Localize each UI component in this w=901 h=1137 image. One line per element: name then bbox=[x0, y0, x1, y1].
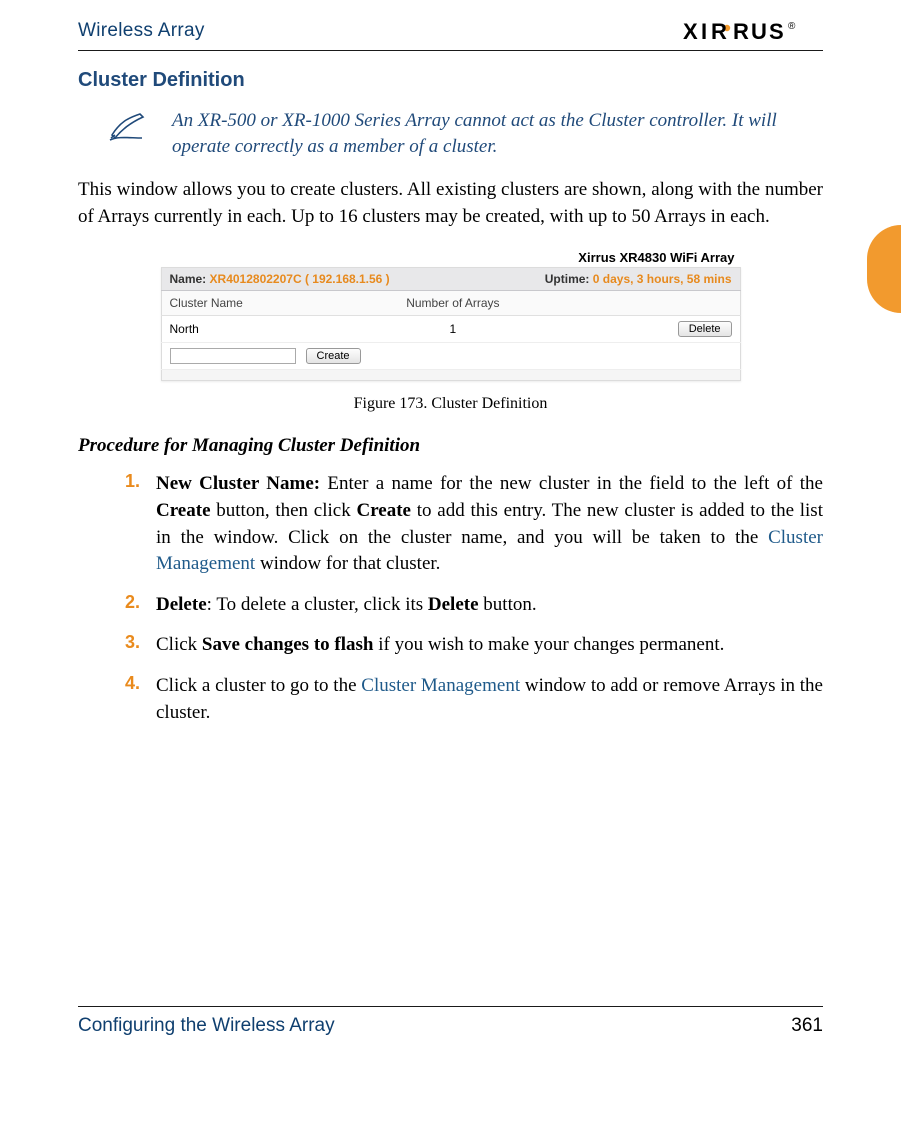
svg-text:®: ® bbox=[788, 21, 796, 32]
step-number: 3. bbox=[120, 632, 140, 659]
step-1: 1. New Cluster Name: Enter a name for th… bbox=[120, 471, 823, 577]
cluster-management-link[interactable]: Cluster Management bbox=[361, 675, 520, 696]
figure-col-cluster-name: Cluster Name bbox=[161, 291, 392, 316]
step-2: 2. Delete: To delete a cluster, click it… bbox=[120, 592, 823, 619]
step-number: 2. bbox=[120, 592, 140, 619]
create-button[interactable]: Create bbox=[306, 348, 361, 364]
step-number: 1. bbox=[120, 471, 140, 577]
new-cluster-name-input[interactable] bbox=[170, 348, 296, 364]
figure-row-cluster-name: North bbox=[161, 316, 392, 343]
step-3: 3. Click Save changes to flash if you wi… bbox=[120, 632, 823, 659]
svg-text:S: S bbox=[769, 20, 784, 42]
note-text: An XR-500 or XR-1000 Series Array cannot… bbox=[172, 108, 823, 159]
step-text: Click a cluster to go to the Cluster Man… bbox=[156, 673, 823, 726]
figure-col-number-arrays: Number of Arrays bbox=[392, 291, 514, 316]
figure-cluster-definition: Xirrus XR4830 WiFi Array Name: XR4012802… bbox=[161, 248, 741, 381]
intro-paragraph: This window allows you to create cluster… bbox=[78, 177, 823, 230]
footer-section-title: Configuring the Wireless Array bbox=[78, 1015, 335, 1037]
svg-text:I: I bbox=[701, 20, 707, 42]
svg-text:R: R bbox=[733, 20, 749, 42]
page-number: 361 bbox=[791, 1015, 823, 1037]
brand-logo: X I R R U S ® bbox=[683, 20, 823, 42]
step-text: Click Save changes to flash if you wish … bbox=[156, 632, 823, 659]
section-heading: Cluster Definition bbox=[78, 69, 823, 92]
step-text: Delete: To delete a cluster, click its D… bbox=[156, 592, 823, 619]
figure-ip-value: ( 192.168.1.56 ) bbox=[305, 272, 390, 286]
figure-product-title: Xirrus XR4830 WiFi Array bbox=[161, 248, 741, 267]
write-note-icon bbox=[108, 108, 150, 159]
delete-button[interactable]: Delete bbox=[678, 321, 732, 337]
figure-uptime-value: 0 days, 3 hours, 58 mins bbox=[593, 272, 732, 286]
header-divider bbox=[78, 50, 823, 51]
header-title: Wireless Array bbox=[78, 20, 205, 42]
note-block: An XR-500 or XR-1000 Series Array cannot… bbox=[78, 108, 823, 159]
svg-text:R: R bbox=[711, 20, 727, 42]
step-4: 4. Click a cluster to go to the Cluster … bbox=[120, 673, 823, 726]
procedure-steps: 1. New Cluster Name: Enter a name for th… bbox=[78, 471, 823, 726]
svg-text:X: X bbox=[683, 20, 698, 42]
step-number: 4. bbox=[120, 673, 140, 726]
figure-name-value: XR4012802207C bbox=[210, 272, 302, 286]
procedure-heading: Procedure for Managing Cluster Definitio… bbox=[78, 435, 823, 457]
figure-uptime-label: Uptime: bbox=[545, 272, 590, 286]
svg-text:U: U bbox=[751, 20, 767, 42]
figure-row-array-count: 1 bbox=[392, 316, 514, 343]
figure-name-label: Name: bbox=[170, 272, 207, 286]
figure-caption: Figure 173. Cluster Definition bbox=[78, 395, 823, 413]
page-header: Wireless Array X I R R U S ® bbox=[78, 20, 823, 42]
page-footer: Configuring the Wireless Array 361 bbox=[78, 1006, 823, 1037]
step-text: New Cluster Name: Enter a name for the n… bbox=[156, 471, 823, 577]
